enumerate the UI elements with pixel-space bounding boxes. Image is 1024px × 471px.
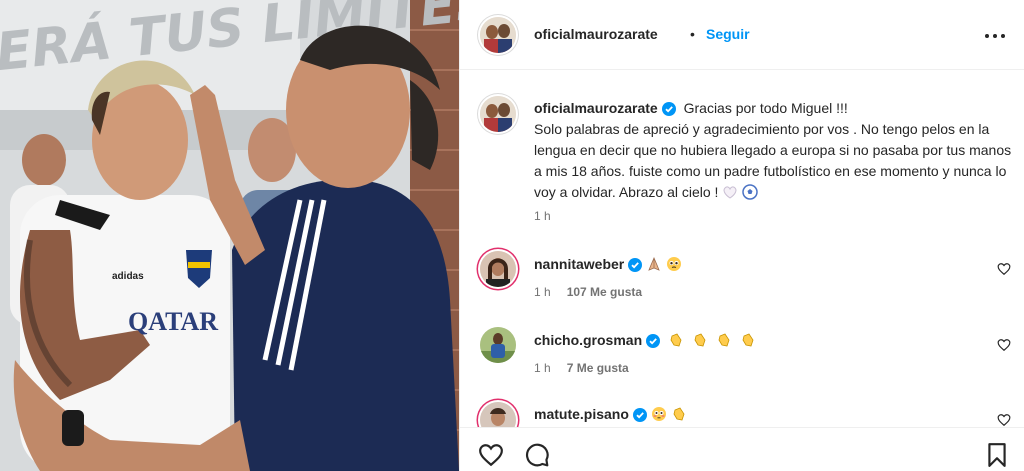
comment-2-meta: 1 h 7 Me gusta <box>534 361 629 375</box>
heart-icon[interactable] <box>478 442 504 468</box>
caption-line-1: Gracias por todo Miguel !!! <box>683 100 848 116</box>
comment-username[interactable]: chicho.grosman <box>534 332 642 348</box>
comment-username[interactable]: nannitaweber <box>534 256 624 272</box>
verified-badge-icon <box>661 102 676 116</box>
comment-avatar-image <box>480 402 516 427</box>
author-avatar[interactable] <box>480 17 516 53</box>
caption-time: 1 h <box>534 209 551 223</box>
clapping-hands-emoji-icon <box>718 333 730 347</box>
caption-username[interactable]: oficialmaurozarate <box>534 100 658 116</box>
comment-avatar-chicho-grosman[interactable] <box>480 327 516 363</box>
comment-like-heart-icon[interactable] <box>997 262 1011 276</box>
clapping-hands-emoji-icon <box>742 333 754 347</box>
verified-badge-icon <box>632 408 647 422</box>
shirt-sponsor: QATAR <box>128 307 218 336</box>
comment-3: matute.pisano <box>534 406 687 422</box>
bookmark-icon[interactable] <box>984 442 1010 468</box>
author-username[interactable]: oficialmaurozarate <box>534 26 658 42</box>
comment-1-meta: 1 h 107 Me gusta <box>534 285 642 299</box>
more-options-icon[interactable] <box>983 24 1007 48</box>
pleading-face-emoji-icon <box>667 257 682 271</box>
header-separator: • <box>690 26 695 42</box>
comment-avatar-image <box>480 327 516 363</box>
white-heart-emoji-icon <box>724 186 737 199</box>
comment-time: 1 h <box>534 285 551 299</box>
comment-like-heart-icon[interactable] <box>997 338 1011 352</box>
clapping-hands-emoji-icon <box>694 333 706 347</box>
post-photo[interactable]: ERÁ TUS LÍMITES adidas QATAR <box>0 0 459 471</box>
shirt-brand: adidas <box>112 271 144 282</box>
soccer-ball-emoji-icon <box>742 184 759 200</box>
comment-avatar-nannitaweber[interactable] <box>480 251 516 287</box>
follow-button[interactable]: Seguir <box>706 26 750 42</box>
caption-line-2: Solo palabras de apreció y agradecimient… <box>534 121 1012 200</box>
verified-badge-icon <box>628 258 643 272</box>
author-avatar-image <box>480 17 516 53</box>
caption-timestamp: 1 h <box>534 209 551 223</box>
caption-author-avatar[interactable] <box>480 96 516 132</box>
clapping-hands-emoji-icon <box>673 407 685 421</box>
comment-avatar-matute-pisano[interactable] <box>480 402 516 427</box>
comment-username[interactable]: matute.pisano <box>534 406 629 422</box>
post-caption: oficialmaurozarate Gracias por todo Migu… <box>534 98 1014 203</box>
flushed-face-emoji-icon <box>651 407 666 421</box>
post-header: oficialmaurozarate • Seguir <box>460 0 1024 70</box>
post-image: ERÁ TUS LÍMITES adidas QATAR <box>0 0 459 471</box>
verified-badge-icon <box>646 334 661 348</box>
praying-hands-emoji-icon <box>648 256 660 271</box>
caption-author-avatar-image <box>480 96 516 132</box>
comment-2: chicho.grosman <box>534 332 756 348</box>
clapping-hands-emoji-icon <box>670 333 682 347</box>
comment-icon[interactable] <box>524 442 550 468</box>
comment-likes[interactable]: 7 Me gusta <box>567 361 629 375</box>
comments-area[interactable]: oficialmaurozarate Gracias por todo Migu… <box>460 71 1024 427</box>
post-action-bar <box>460 427 1024 471</box>
post-side-panel: oficialmaurozarate • Seguir oficialmauro… <box>459 0 1024 471</box>
comment-likes[interactable]: 107 Me gusta <box>567 285 642 299</box>
comment-1: nannitaweber <box>534 256 682 272</box>
comment-like-heart-icon[interactable] <box>997 413 1011 427</box>
comment-avatar-image <box>480 251 516 287</box>
comment-time: 1 h <box>534 361 551 375</box>
